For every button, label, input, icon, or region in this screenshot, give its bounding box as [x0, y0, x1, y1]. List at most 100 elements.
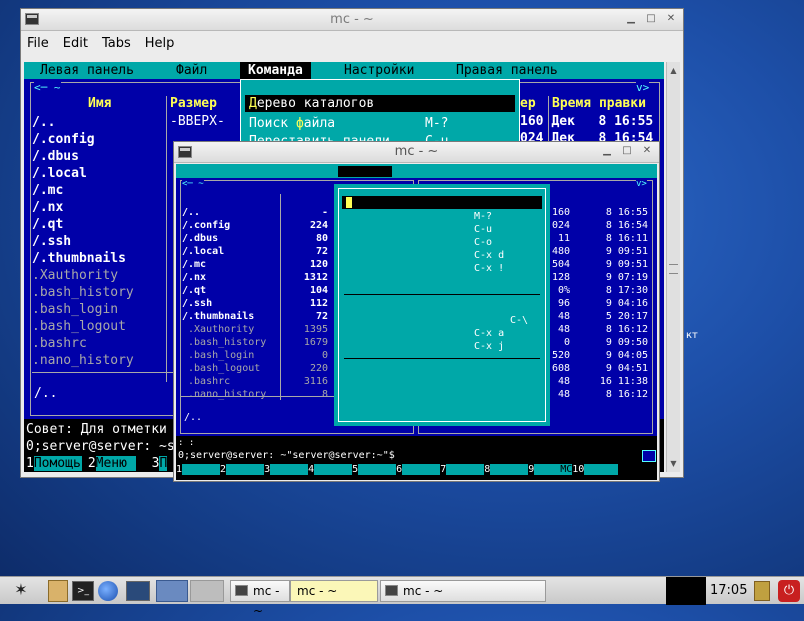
col-name-header: Имя [88, 96, 112, 111]
terminal-scrollbar[interactable]: ▲ ▼ [666, 62, 680, 472]
task-mc-2[interactable]: mc - ~ [290, 580, 378, 602]
start-menu-icon[interactable]: ✶ [4, 580, 38, 602]
fkey-label[interactable]: МС [534, 464, 573, 475]
desktop-icon[interactable] [126, 581, 150, 601]
close-icon[interactable]: ✕ [639, 144, 655, 158]
shell-prompt[interactable]: 0;server@server: ~s [26, 439, 175, 454]
task-label: mc - ~ [253, 584, 280, 618]
menu-help[interactable]: Help [145, 36, 175, 51]
file-row[interactable]: .Xauthority 1395 [182, 323, 332, 336]
file-row[interactable]: /.. - [182, 206, 332, 219]
file-row[interactable]: /.dbus 80 [182, 232, 332, 245]
mc-menu-right-panel[interactable]: Правая панель [456, 62, 558, 79]
task-mc-1[interactable]: mc - ~ [230, 580, 290, 618]
file-row[interactable]: .bash_history [32, 284, 166, 301]
dropdown-item-find[interactable]: Поиск файла [249, 116, 335, 131]
file-row[interactable]: /.local 72 [182, 245, 332, 258]
task-mc-3[interactable]: mc - ~ [380, 580, 546, 602]
mc-menu-command[interactable]: Команда [240, 62, 311, 79]
window-title: mc - ~ [330, 12, 374, 27]
terminal-launcher-icon[interactable]: >_ [72, 581, 94, 601]
file-row[interactable]: /.mc 120 [182, 258, 332, 271]
fkey-view[interactable]: П [159, 456, 168, 471]
dialog-keys: M-? C-u C-o C-x d C-x ! C-\ C-x a C-x j [474, 210, 528, 353]
file-row[interactable]: .bash_login [32, 301, 166, 318]
file-row[interactable]: /.nx 1312 [182, 271, 332, 284]
browser-icon[interactable] [98, 581, 118, 601]
fkey-label[interactable] [402, 464, 441, 475]
row-date: 5 20:17 [599, 311, 648, 322]
mc-menu-file[interactable]: Файл [176, 62, 207, 79]
window-titlebar[interactable]: mc - ~ ▁ □ ✕ [174, 142, 659, 163]
menu-edit[interactable]: Edit [63, 36, 88, 51]
fkey-label[interactable] [584, 464, 619, 475]
file-row[interactable]: /.local [32, 165, 166, 182]
clock[interactable]: 17:05 [710, 583, 747, 598]
file-manager-icon[interactable] [48, 580, 68, 602]
dialog-key: C-x a [474, 328, 505, 339]
maximize-icon[interactable]: □ [619, 144, 635, 158]
fkey-label[interactable] [490, 464, 529, 475]
file-row[interactable]: .bash_logout [32, 318, 166, 335]
file-row[interactable]: /.qt [32, 216, 166, 233]
left-file-list[interactable]: /.. -/.config 224/.dbus 80/.local 72/.mc 120/… [182, 206, 332, 401]
workspace-2[interactable] [190, 580, 224, 602]
file-row[interactable]: /.config [32, 131, 166, 148]
file-row[interactable]: /.nx [32, 199, 166, 216]
mc-menu-options[interactable]: Настройки [344, 62, 414, 79]
file-row[interactable]: /.thumbnails [32, 250, 166, 267]
fkey-label[interactable] [270, 464, 309, 475]
minimize-icon[interactable]: ▁ [623, 12, 639, 26]
dropdown-key-find: M-? [425, 116, 449, 131]
fkey-help[interactable]: Помощь [33, 456, 82, 471]
row-date: 8 16:12 [599, 324, 648, 335]
row-size: 160 [520, 114, 544, 129]
file-row[interactable]: .bashrc [32, 335, 166, 352]
mc-menu-active[interactable] [338, 166, 392, 177]
dialog-selected-row[interactable] [342, 196, 542, 209]
fkey-menu[interactable]: Меню [95, 456, 136, 471]
dropdown-item-tree[interactable]: Дерево каталогов [245, 95, 515, 112]
right-row[interactable]: 160 Дек 8 16:55 [520, 114, 653, 131]
right-panel-corner: v> [636, 179, 647, 189]
file-name: /.thumbnails [182, 311, 255, 322]
fkey-label[interactable] [446, 464, 485, 475]
menu-tabs[interactable]: Tabs [102, 36, 131, 51]
fkey-label[interactable] [314, 464, 353, 475]
dialog-key: C-x d [474, 250, 505, 261]
file-row[interactable]: /.. [32, 114, 166, 131]
fkey-label[interactable] [182, 464, 221, 475]
minimize-icon[interactable]: ▁ [599, 144, 615, 158]
file-row[interactable]: /.ssh 112 [182, 297, 332, 310]
lock-icon[interactable] [754, 581, 770, 601]
window-titlebar[interactable]: mc - ~ ▁ □ ✕ [21, 9, 683, 31]
updir-size: -ВВЕРХ- [170, 114, 225, 129]
file-row[interactable]: /.mc [32, 182, 166, 199]
row-date: 8 17:30 [599, 285, 648, 296]
fkey-label[interactable] [226, 464, 265, 475]
menu-file[interactable]: File [27, 36, 49, 51]
file-row[interactable]: /.qt 104 [182, 284, 332, 297]
mc-menu-left-panel[interactable]: Левая панель [40, 62, 134, 79]
dialog-key: C-\ [510, 315, 529, 326]
fkey-label[interactable] [358, 464, 397, 475]
file-row[interactable]: /.ssh [32, 233, 166, 250]
file-row[interactable]: /.thumbnails 72 [182, 310, 332, 323]
left-file-list[interactable]: /../.config/.dbus/.local/.mc/.nx/.qt/.ss… [32, 114, 166, 369]
file-row[interactable]: .Xauthority [32, 267, 166, 284]
file-row[interactable]: .bash_logout 220 [182, 362, 332, 375]
workspace-1[interactable] [156, 580, 188, 602]
mc-window-secondary[interactable]: mc - ~ ▁ □ ✕ <─ ~ v> /.. -/.config 224/.db… [173, 141, 660, 482]
file-row[interactable]: .nano_history [32, 352, 166, 369]
file-row[interactable]: .bash_history 1679 [182, 336, 332, 349]
file-row[interactable]: /.dbus [32, 148, 166, 165]
file-row[interactable]: .nano_history 8 [182, 388, 332, 401]
file-row[interactable]: .bashrc 3116 [182, 375, 332, 388]
maximize-icon[interactable]: □ [643, 12, 659, 26]
close-icon[interactable]: ✕ [663, 12, 679, 26]
file-row[interactable]: /.config 224 [182, 219, 332, 232]
power-icon[interactable]: ⏻ [778, 580, 800, 602]
terminal-area[interactable]: <─ ~ v> /.. -/.config 224/.dbus 80/.local 72… [176, 164, 657, 480]
file-row[interactable]: .bash_login 0 [182, 349, 332, 362]
shell-prompt[interactable]: 0;server@server: ~"server@server:~"$ [178, 450, 395, 461]
